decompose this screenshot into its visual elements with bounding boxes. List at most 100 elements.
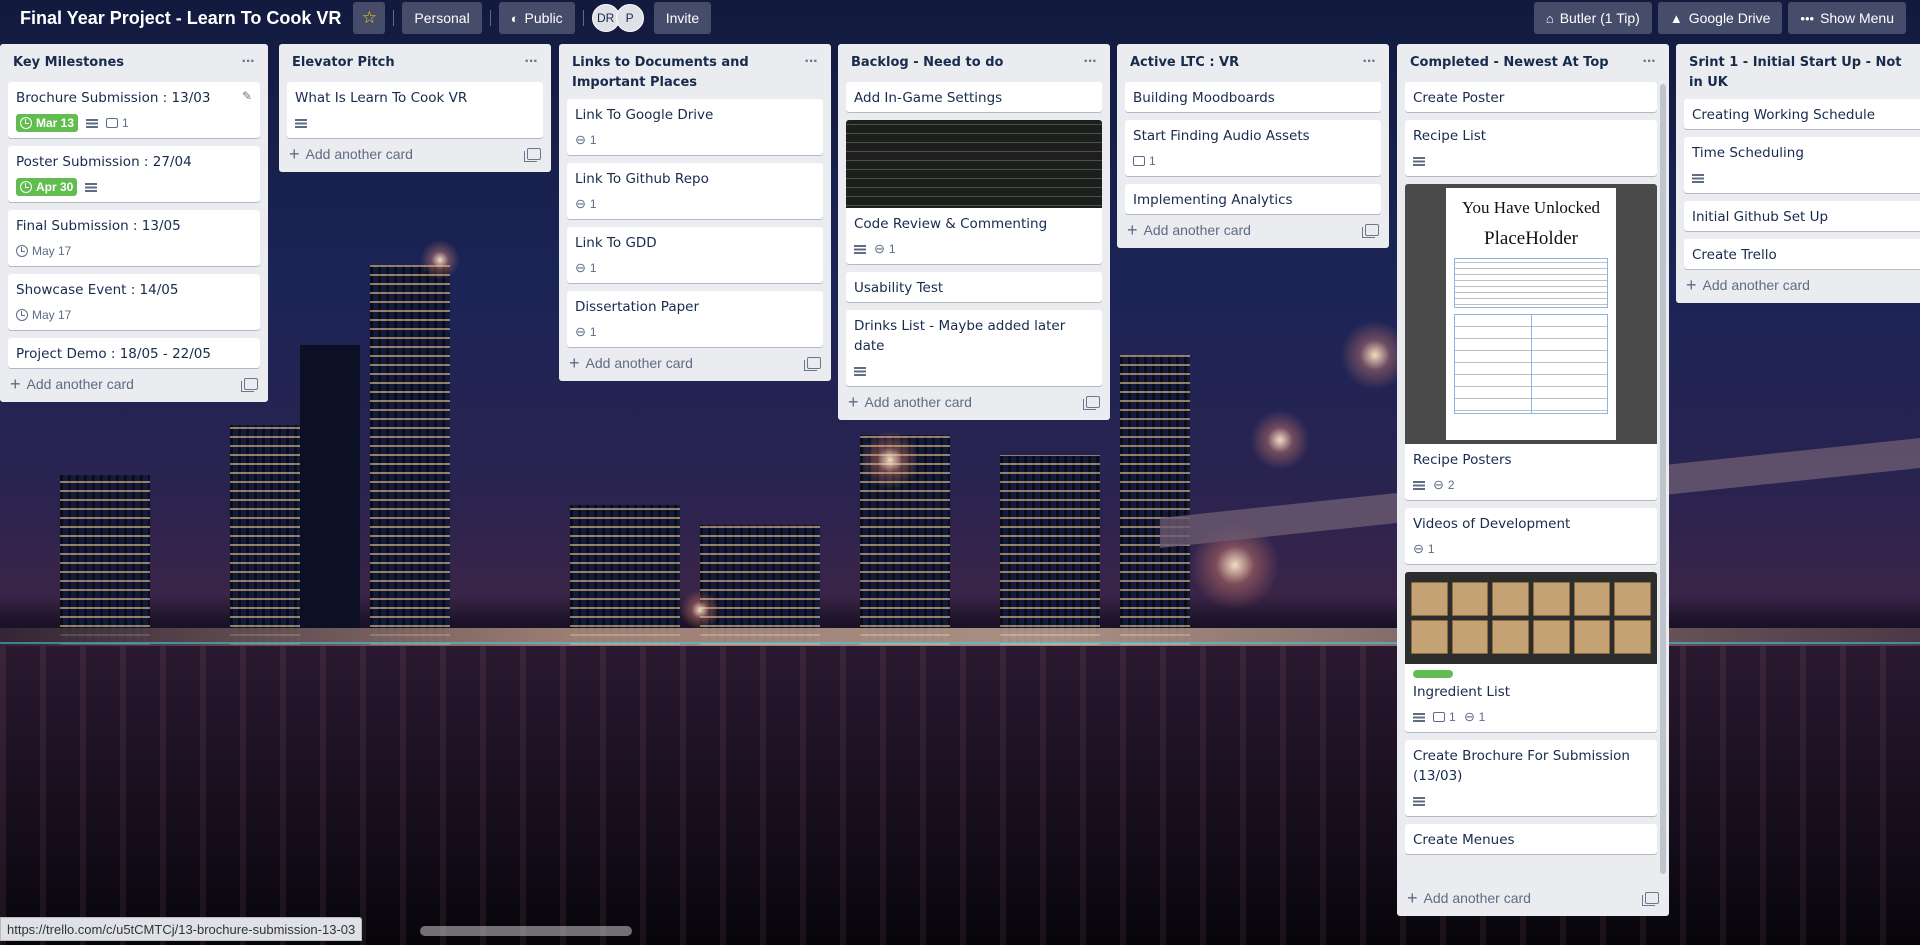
card-template-icon[interactable] <box>524 148 541 162</box>
card[interactable]: Create Poster <box>1405 82 1657 112</box>
google-drive-button[interactable]: ▲ Google Drive <box>1657 2 1783 34</box>
pencil-icon[interactable]: ✎ <box>242 89 252 103</box>
card[interactable]: Project Demo : 18/05 - 22/05 <box>8 338 260 368</box>
card-badges: Mar 13 1 <box>16 112 252 134</box>
card[interactable]: Showcase Event : 14/05 May 17 <box>8 274 260 330</box>
card[interactable]: Usability Test <box>846 272 1102 302</box>
card[interactable]: Brochure Submission : 13/03 ✎ Mar 13 1 <box>8 82 260 138</box>
add-card-button[interactable]: + Add another card <box>0 368 268 402</box>
list-sprint-1[interactable]: Srint 1 - Initial Start Up - Not in UK C… <box>1676 44 1920 303</box>
card[interactable]: Creating Working Schedule <box>1684 99 1920 129</box>
card[interactable]: You Have Unlocked PlaceHolder Recipe Pos… <box>1405 184 1657 500</box>
attachment-count: 1 <box>589 325 597 339</box>
card[interactable]: Dissertation Paper ⊘ 1 <box>567 291 823 347</box>
card-template-icon[interactable] <box>241 378 258 392</box>
card-title: Creating Working Schedule <box>1692 107 1876 123</box>
card[interactable]: Recipe List <box>1405 120 1657 176</box>
card-label[interactable] <box>1413 670 1453 678</box>
card-title: Link To GDD <box>575 235 657 251</box>
card[interactable]: Building Moodboards <box>1125 82 1381 112</box>
avatar[interactable]: P <box>615 4 644 32</box>
list-key-milestones[interactable]: Key Milestones ··· Brochure Submission :… <box>0 44 268 402</box>
card[interactable]: Implementing Analytics <box>1125 184 1381 214</box>
card[interactable]: What Is Learn To Cook VR <box>287 82 543 138</box>
board-visibility-button[interactable]: ◐ Public <box>498 2 575 34</box>
add-card-button[interactable]: + Add another card <box>559 347 831 381</box>
due-date-badge[interactable]: Mar 13 <box>16 114 79 132</box>
attachments-badge: ⊘ 1 <box>572 130 597 148</box>
description-icon <box>854 366 866 376</box>
due-date: Apr 30 <box>36 180 74 194</box>
card[interactable]: Link To GDD ⊘ 1 <box>567 227 823 283</box>
card-title: Create Brochure For Submission (13/03) <box>1413 748 1630 784</box>
team-visibility-button[interactable]: Personal <box>402 2 482 34</box>
card[interactable]: Ingredient List 1 ⊘ 1 <box>1405 572 1657 732</box>
card-title: Drinks List - Maybe added later date <box>854 318 1066 354</box>
list-backlog[interactable]: Backlog - Need to do ··· Add In-Game Set… <box>838 44 1110 420</box>
list-active[interactable]: Active LTC : VR ··· Building Moodboards … <box>1117 44 1389 248</box>
add-card-label: Add another card <box>1702 277 1810 293</box>
clock-icon <box>20 117 32 129</box>
card[interactable]: Start Finding Audio Assets 1 <box>1125 120 1381 176</box>
card-badges: ⊘ 1 <box>572 321 815 343</box>
add-card-button[interactable]: + Add another card <box>1676 269 1920 303</box>
clock-icon <box>20 181 32 193</box>
card[interactable]: Link To Github Repo ⊘ 1 <box>567 163 823 219</box>
add-card-button[interactable]: + Add another card <box>838 386 1110 420</box>
card-template-icon[interactable] <box>1362 224 1379 238</box>
list-title[interactable]: Active LTC : VR <box>1130 53 1357 73</box>
add-card-button[interactable]: + Add another card <box>1117 214 1389 248</box>
list-menu-icon[interactable]: ··· <box>519 53 543 71</box>
list-links[interactable]: Links to Documents and Important Places … <box>559 44 831 381</box>
card[interactable]: Videos of Development ⊘ 1 <box>1405 508 1657 564</box>
list-title[interactable]: Key Milestones <box>13 53 236 73</box>
board-horizontal-scrollbar[interactable] <box>420 926 632 936</box>
list-menu-icon[interactable]: ··· <box>236 53 260 71</box>
list-menu-icon[interactable]: ··· <box>799 53 823 71</box>
card[interactable]: Initial Github Set Up <box>1684 201 1920 231</box>
butler-button[interactable]: ⌂ Butler (1 Tip) <box>1533 2 1652 34</box>
list-title[interactable]: Srint 1 - Initial Start Up - Not in UK <box>1689 53 1912 93</box>
list-title[interactable]: Backlog - Need to do <box>851 53 1078 73</box>
card-template-icon[interactable] <box>1083 396 1100 410</box>
show-menu-button[interactable]: ••• Show Menu <box>1788 2 1906 34</box>
list-menu-icon[interactable]: ··· <box>1078 53 1102 71</box>
card-template-icon[interactable] <box>1642 892 1659 906</box>
card[interactable]: Create Trello <box>1684 239 1920 269</box>
invite-button[interactable]: Invite <box>653 2 712 34</box>
list-completed[interactable]: Completed - Newest At Top ··· Create Pos… <box>1397 44 1669 916</box>
globe-icon: ◐ <box>510 10 519 26</box>
add-card-button[interactable]: + Add another card <box>279 138 551 172</box>
plus-icon: + <box>1127 220 1138 240</box>
list-scrollbar[interactable] <box>1660 84 1666 874</box>
card[interactable]: Drinks List - Maybe added later date <box>846 310 1102 386</box>
card[interactable]: Create Menues <box>1405 824 1657 854</box>
due-date-badge[interactable]: Apr 30 <box>16 178 78 196</box>
card[interactable]: Poster Submission : 27/04 Apr 30 <box>8 146 260 202</box>
card[interactable]: Add In-Game Settings <box>846 82 1102 112</box>
card[interactable]: Final Submission : 13/05 May 17 <box>8 210 260 266</box>
card-badges <box>1413 150 1649 172</box>
star-button[interactable]: ☆ <box>353 2 386 34</box>
list-title[interactable]: Elevator Pitch <box>292 53 519 73</box>
card[interactable]: Create Brochure For Submission (13/03) <box>1405 740 1657 816</box>
list-title[interactable]: Completed - Newest At Top <box>1410 53 1637 73</box>
date-badge: May 17 <box>16 244 71 258</box>
list-elevator-pitch[interactable]: Elevator Pitch ··· What Is Learn To Cook… <box>279 44 551 172</box>
list-menu-icon[interactable]: ··· <box>1357 53 1381 71</box>
card-badges <box>854 360 1094 382</box>
card[interactable]: Time Scheduling <box>1684 137 1920 193</box>
card-title: Building Moodboards <box>1133 90 1275 106</box>
card-badges <box>1692 167 1912 189</box>
attachment-count: 2 <box>1447 478 1455 492</box>
drive-label: Google Drive <box>1688 10 1771 26</box>
list-menu-icon[interactable]: ··· <box>1637 53 1661 71</box>
list-title[interactable]: Links to Documents and Important Places <box>572 53 799 93</box>
card[interactable]: Link To Google Drive ⊘ 1 <box>567 99 823 155</box>
card-template-icon[interactable] <box>804 357 821 371</box>
list-header: Active LTC : VR ··· <box>1117 44 1389 82</box>
board-title[interactable]: Final Year Project - Learn To Cook VR <box>20 8 341 29</box>
add-card-button[interactable]: + Add another card <box>1397 882 1669 916</box>
card[interactable]: Code Review & Commenting ⊘ 1 <box>846 120 1102 264</box>
card-title: Initial Github Set Up <box>1692 209 1829 225</box>
